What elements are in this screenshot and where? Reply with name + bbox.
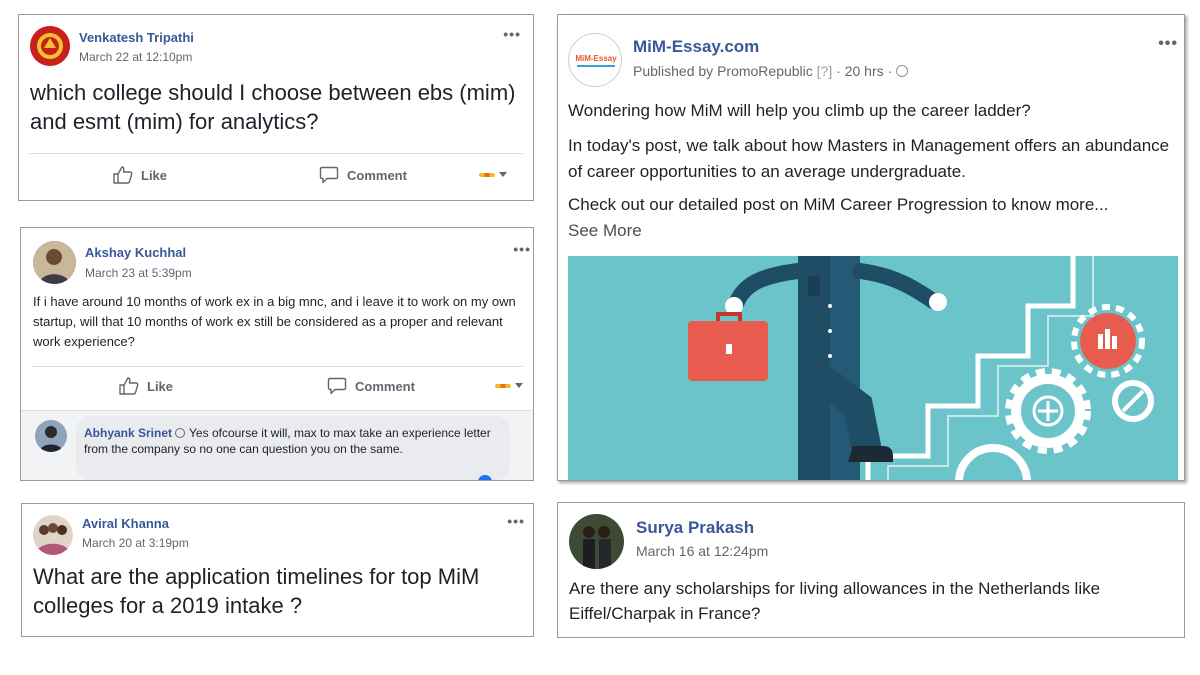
comment-button[interactable]: Comment (327, 377, 415, 395)
post-paragraph-2: In today's post, we talk about how Maste… (568, 136, 1170, 181)
post-card-aviral: Aviral Khanna March 20 at 3:19pm ••• Wha… (21, 503, 534, 637)
page-logo[interactable]: MiM-Essay (568, 33, 622, 87)
post-paragraph-3: Check out our detailed post on MiM Caree… (568, 195, 1109, 214)
post-text: What are the application timelines for t… (33, 564, 480, 618)
career-ladder-illustration (688, 256, 1154, 480)
like-label: Like (141, 167, 168, 183)
post-card-surya: Surya Prakash March 16 at 12:24pm Are th… (557, 502, 1185, 638)
chevron-down-icon (515, 383, 523, 388)
reaction-selector[interactable] (479, 172, 507, 177)
publisher-link[interactable]: PromoRepublic (717, 63, 813, 79)
post-card-mim-essay: MiM-Essay MiM-Essay.com Published by Pro… (557, 14, 1185, 481)
post-text: If i have around 10 months of work ex in… (33, 294, 516, 349)
post-paragraph-1: Wondering how MiM will help you climb up… (568, 101, 1031, 120)
thumbs-up-icon (113, 166, 133, 184)
see-more-link[interactable]: See More (568, 219, 642, 243)
comment-icon (327, 377, 347, 395)
comment-label: Comment (347, 167, 407, 183)
more-options-icon[interactable]: ••• (1158, 36, 1178, 52)
verified-icon (175, 428, 186, 438)
post-timestamp[interactable]: March 23 at 5:39pm (85, 266, 192, 280)
reaction-faces-icon (479, 172, 495, 177)
author-name[interactable]: Aviral Khanna (82, 516, 169, 531)
post-text: which college should I choose between eb… (30, 80, 516, 134)
more-options-icon[interactable]: ••• (507, 514, 525, 528)
logo-text: MiM-Essay (575, 54, 617, 63)
post-actions: Like Comment (31, 366, 523, 410)
globe-icon[interactable] (896, 65, 909, 77)
published-by-line: Published by PromoRepublic [?] · 20 hrs … (633, 63, 909, 79)
like-button[interactable]: Like (119, 377, 173, 395)
post-timestamp[interactable]: March 20 at 3:19pm (82, 536, 189, 550)
author-name[interactable]: Akshay Kuchhal (85, 245, 186, 260)
post-timestamp[interactable]: March 16 at 12:24pm (636, 543, 768, 559)
post-timestamp[interactable]: 20 hrs (845, 63, 884, 79)
author-name[interactable]: Surya Prakash (636, 518, 754, 538)
comment-label: Comment (355, 378, 415, 394)
commenter-avatar[interactable] (35, 420, 67, 452)
reaction-faces-icon (495, 383, 511, 388)
like-label: Like (147, 378, 174, 394)
post-card-venkatesh: Venkatesh Tripathi March 22 at 12:10pm •… (18, 14, 534, 201)
post-actions: Like Comment (29, 153, 523, 197)
like-button[interactable]: Like (113, 166, 167, 184)
more-options-icon[interactable]: ••• (513, 242, 531, 256)
chevron-down-icon (499, 172, 507, 177)
author-name[interactable]: Venkatesh Tripathi (79, 30, 194, 45)
post-card-akshay: Akshay Kuchhal March 23 at 5:39pm ••• If… (20, 227, 534, 481)
comment-button[interactable]: Comment (319, 166, 407, 184)
author-avatar[interactable] (569, 514, 624, 569)
publisher-help[interactable]: [?] (817, 63, 833, 79)
comment-text: Abhyank Srinet Yes ofcourse it will, max … (84, 425, 504, 457)
logo-underline (577, 65, 615, 67)
commenter-name[interactable]: Abhyank Srinet (84, 426, 172, 440)
author-avatar[interactable] (33, 515, 73, 555)
author-avatar[interactable] (30, 26, 70, 66)
author-avatar[interactable] (33, 241, 76, 284)
post-image[interactable] (568, 256, 1178, 480)
page-name[interactable]: MiM-Essay.com (633, 37, 759, 57)
comment-icon (319, 166, 339, 184)
comment-section: Abhyank Srinet Yes ofcourse it will, max … (21, 410, 533, 480)
thumbs-up-icon (119, 377, 139, 395)
post-timestamp[interactable]: March 22 at 12:10pm (79, 50, 192, 64)
more-options-icon[interactable]: ••• (503, 27, 521, 41)
post-text: Are there any scholarships for living al… (569, 579, 1101, 623)
reaction-selector[interactable] (495, 383, 523, 388)
